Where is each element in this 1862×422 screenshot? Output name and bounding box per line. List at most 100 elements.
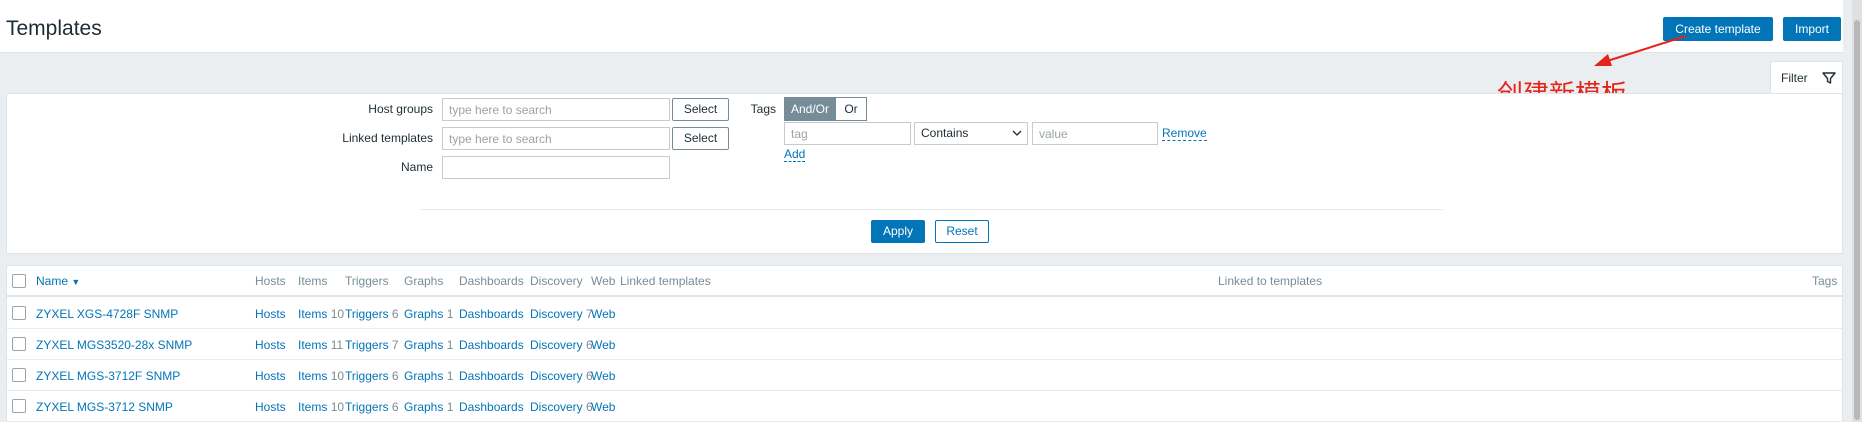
tag-mode-or-toggle[interactable]: Or [835,97,867,121]
items-count: 11 [330,338,344,352]
hosts-link[interactable]: Hosts [255,369,286,383]
tag-operator-value: Contains [921,126,969,140]
template-name-link[interactable]: ZYXEL MGS-3712 SNMP [36,400,173,414]
graphs-link[interactable]: Graphs [404,307,443,321]
tag-mode-and-or-toggle[interactable]: And/Or [784,97,836,121]
row-checkbox[interactable] [12,368,26,382]
host-groups-select-button[interactable]: Select [672,98,729,121]
column-header-graphs: Graphs [404,274,444,288]
sort-down-icon: ▼ [71,277,81,287]
chevron-down-icon [1012,130,1022,136]
graphs-link[interactable]: Graphs [404,400,443,414]
template-name-link[interactable]: ZYXEL MGS-3712F SNMP [36,369,180,383]
table-row: ZYXEL MGS3520-28x SNMP Hosts Items 11 Tr… [7,329,1842,360]
dashboards-link[interactable]: Dashboards [459,369,524,383]
hosts-link[interactable]: Hosts [255,307,286,321]
graphs-cell: Graphs 1 [404,307,453,321]
items-link[interactable]: Items [298,338,327,352]
items-cell: Items 11 [298,338,343,352]
filter-panel: Host groups Select Linked templates Sele… [6,93,1843,254]
triggers-cell: Triggers 7 [345,338,399,352]
row-checkbox[interactable] [12,306,26,320]
triggers-link[interactable]: Triggers [345,338,389,352]
template-name-link[interactable]: ZYXEL XGS-4728F SNMP [36,307,178,321]
funnel-icon [1822,72,1836,84]
dashboards-link[interactable]: Dashboards [459,307,524,321]
graphs-link[interactable]: Graphs [404,338,443,352]
filter-tab[interactable]: Filter [1770,61,1843,93]
column-header-name[interactable]: Name ▼ [36,274,80,288]
apply-button[interactable]: Apply [871,220,925,243]
web-link[interactable]: Web [591,338,615,352]
annotation-arrow-icon [1594,35,1687,66]
table-row: ZYXEL MGS-3712F SNMP Hosts Items 10 Trig… [7,360,1842,391]
triggers-count: 6 [391,400,399,414]
remove-tag-link[interactable]: Remove [1162,127,1207,141]
column-header-name-label: Name [36,274,69,288]
column-header-linked-templates: Linked templates [620,274,711,288]
tag-operator-select[interactable]: Contains [914,122,1028,145]
linked-templates-input[interactable] [442,127,670,150]
linked-templates-select-button[interactable]: Select [672,127,729,150]
discovery-cell: Discovery 6 [530,338,593,352]
tag-name-input[interactable] [784,122,911,145]
discovery-link[interactable]: Discovery [530,400,583,414]
name-input[interactable] [442,156,670,179]
scrollbar-thumb[interactable] [1854,20,1860,420]
triggers-count: 6 [391,369,399,383]
table-header: Name ▼ Hosts Items Triggers Graphs Dashb… [7,266,1842,297]
column-header-items: Items [298,274,328,288]
triggers-link[interactable]: Triggers [345,400,389,414]
graphs-count: 1 [446,400,454,414]
triggers-cell: Triggers 6 [345,369,399,383]
name-label: Name [400,160,433,174]
hosts-link[interactable]: Hosts [255,400,286,414]
triggers-count: 6 [391,307,399,321]
select-all-checkbox[interactable] [12,274,26,288]
column-header-triggers: Triggers [345,274,389,288]
web-link[interactable]: Web [591,307,615,321]
items-link[interactable]: Items [298,400,327,414]
discovery-cell: Discovery 7 [530,307,593,321]
triggers-count: 7 [391,338,399,352]
add-tag-link[interactable]: Add [784,148,806,162]
tag-value-input[interactable] [1032,122,1158,145]
web-link[interactable]: Web [591,369,615,383]
items-cell: Items 10 [298,369,344,383]
items-link[interactable]: Items [298,369,327,383]
host-groups-input[interactable] [442,98,670,121]
reset-button[interactable]: Reset [935,220,989,243]
graphs-link[interactable]: Graphs [404,369,443,383]
items-link[interactable]: Items [298,307,327,321]
hosts-link[interactable]: Hosts [255,338,286,352]
filter-tab-label: Filter [1781,71,1808,85]
tags-label: Tags [750,102,776,116]
items-count: 10 [330,307,345,321]
graphs-count: 1 [446,369,454,383]
templates-table: Name ▼ Hosts Items Triggers Graphs Dashb… [6,265,1843,422]
triggers-cell: Triggers 6 [345,400,399,414]
page-title: Templates [6,17,102,40]
triggers-link[interactable]: Triggers [345,307,389,321]
page-header: Templates Create template Import [0,0,1843,53]
column-header-linked-to-templates: Linked to templates [1218,274,1323,288]
dashboards-link[interactable]: Dashboards [459,338,524,352]
discovery-link[interactable]: Discovery [530,369,583,383]
web-link[interactable]: Web [591,400,615,414]
import-button[interactable]: Import [1783,17,1841,41]
items-cell: Items 10 [298,307,344,321]
template-name-link[interactable]: ZYXEL MGS3520-28x SNMP [36,338,192,352]
column-header-discovery: Discovery [530,274,583,288]
items-cell: Items 10 [298,400,344,414]
row-checkbox[interactable] [12,337,26,351]
row-checkbox[interactable] [12,399,26,413]
discovery-link[interactable]: Discovery [530,307,583,321]
graphs-count: 1 [446,338,454,352]
column-header-web: Web [591,274,616,288]
triggers-link[interactable]: Triggers [345,369,389,383]
triggers-cell: Triggers 6 [345,307,399,321]
dashboards-link[interactable]: Dashboards [459,400,524,414]
discovery-link[interactable]: Discovery [530,338,583,352]
linked-templates-label: Linked templates [342,131,433,145]
filter-divider [420,209,1443,210]
